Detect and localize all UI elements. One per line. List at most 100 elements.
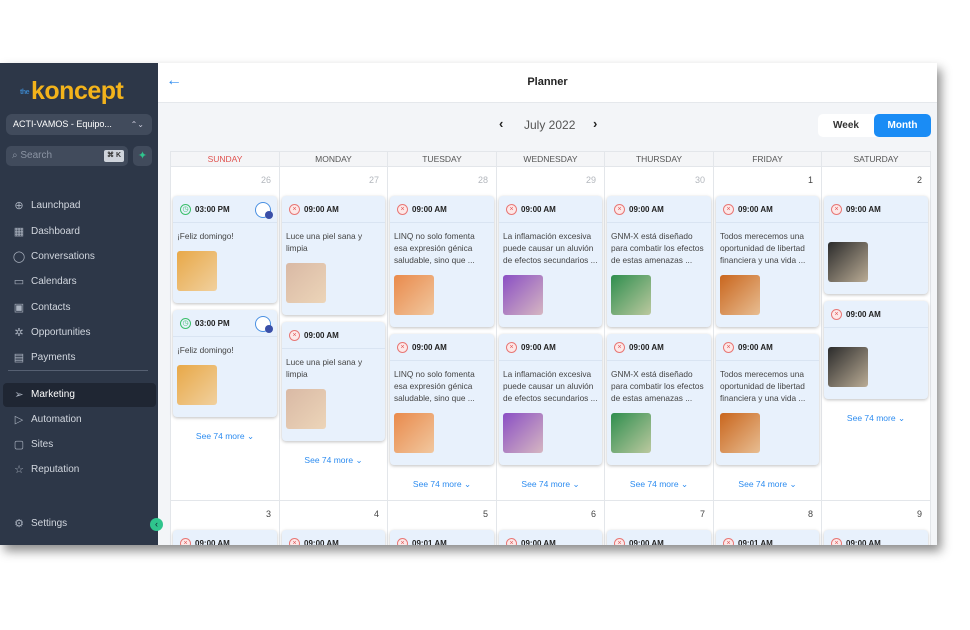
- post-time: 09:00 AM: [846, 310, 881, 319]
- sidebar-item-calendars[interactable]: ▭ Calendars: [3, 270, 156, 294]
- see-more-link[interactable]: See 74 more ⌄: [716, 479, 819, 490]
- day-cell[interactable]: 27 × 09:00 AM Luce una piel sana y limpia × 0…: [280, 167, 388, 501]
- post-time: 09:00 AM: [738, 205, 773, 214]
- opportunities-icon: ✲: [14, 327, 24, 339]
- see-more-label: See 74 more: [738, 479, 788, 489]
- error-status-icon: ×: [397, 342, 408, 353]
- error-status-icon: ×: [289, 538, 300, 545]
- post-card[interactable]: × 09:00 AM GNM-X está diseñado para combat…: [607, 196, 711, 327]
- clock-icon: ◷: [180, 318, 191, 329]
- post-card[interactable]: × 09:00 AM: [824, 301, 928, 399]
- day-header-wednesday: WEDNESDAY: [497, 152, 605, 167]
- day-cell[interactable]: 5 × 09:01 AM: [388, 501, 497, 545]
- post-card[interactable]: × 09:00 AM: [824, 530, 928, 545]
- error-status-icon: ×: [723, 342, 734, 353]
- post-text: Todos merecemos una oportunidad de liber…: [720, 231, 806, 265]
- date-number: 5: [482, 509, 488, 519]
- sidebar-item-dashboard[interactable]: ▦ Dashboard: [3, 220, 156, 244]
- sidebar-item-automation[interactable]: ▷ Automation: [3, 408, 156, 432]
- payments-icon: ▤: [13, 352, 25, 364]
- see-more-link[interactable]: See 74 more ⌄: [390, 479, 494, 490]
- account-switcher[interactable]: ACTI-VAMOS - Equipo... ⌃⌄: [6, 114, 152, 135]
- post-card[interactable]: × 09:00 AM: [282, 530, 385, 545]
- post-time: 09:01 AM: [738, 539, 773, 545]
- search-input[interactable]: ⌕ Search ⌘ K: [6, 146, 128, 166]
- date-number: 9: [916, 509, 922, 519]
- date-number: 27: [368, 175, 379, 185]
- post-list: × 09:00 AM: [607, 530, 711, 545]
- day-cell[interactable]: 7 × 09:00 AM: [605, 501, 714, 545]
- post-card[interactable]: × 09:00 AM: [173, 530, 277, 545]
- post-text: Luce una piel sana y limpia: [286, 357, 363, 379]
- post-thumbnail-image: [503, 413, 543, 453]
- week-view-button[interactable]: Week: [818, 114, 874, 137]
- day-cell[interactable]: 28 × 09:00 AM LINQ no solo fomenta esa expr…: [388, 167, 497, 501]
- post-time: 09:01 AM: [412, 539, 447, 545]
- logo: thekoncept: [20, 77, 124, 106]
- day-header-thursday: THURSDAY: [605, 152, 714, 167]
- month-view-button[interactable]: Month: [874, 114, 931, 137]
- post-card[interactable]: × 09:00 AM: [607, 530, 711, 545]
- sidebar-item-label: Contacts: [31, 302, 71, 313]
- collapse-sidebar-button[interactable]: ‹: [150, 518, 163, 531]
- post-time: 09:00 AM: [629, 539, 664, 545]
- see-more-link[interactable]: See 74 more ⌄: [173, 431, 277, 442]
- see-more-link[interactable]: See 74 more ⌄: [499, 479, 602, 490]
- post-time: 09:00 AM: [521, 343, 556, 352]
- day-cell[interactable]: 4 × 09:00 AM: [280, 501, 388, 545]
- sidebar-item-sites[interactable]: ▢ Sites: [3, 433, 156, 457]
- day-cell[interactable]: 26 ◷ 03:00 PM ¡Feliz domingo! ◷ 03:00 PM ¡Feli…: [171, 167, 280, 501]
- top-bar: ← Planner: [158, 63, 937, 103]
- day-cell[interactable]: 30 × 09:00 AM GNM-X está diseñado para comb…: [605, 167, 714, 501]
- post-card[interactable]: ◷ 03:00 PM ¡Feliz domingo!: [173, 196, 277, 303]
- search-placeholder: Search: [20, 150, 53, 161]
- post-card[interactable]: × 09:00 AM: [824, 196, 928, 294]
- sidebar-item-payments[interactable]: ▤ Payments: [3, 346, 156, 370]
- chevron-down-icon: ⌄: [895, 413, 906, 423]
- post-card[interactable]: × 09:00 AM Todos merecemos una oportunidad…: [716, 334, 819, 465]
- error-status-icon: ×: [831, 204, 842, 215]
- post-card[interactable]: × 09:00 AM La inflamación excesiva puede c…: [499, 334, 602, 465]
- post-card[interactable]: × 09:00 AM GNM-X está diseñado para combat…: [607, 334, 711, 465]
- error-status-icon: ×: [614, 538, 625, 545]
- sidebar-item-conversations[interactable]: ◯ Conversations: [3, 245, 156, 269]
- post-card[interactable]: ◷ 03:00 PM ¡Feliz domingo!: [173, 310, 277, 417]
- day-cell[interactable]: 8 × 09:01 AM: [714, 501, 822, 545]
- day-header-friday: FRIDAY: [714, 152, 822, 167]
- post-card-header: × 09:00 AM: [499, 334, 602, 361]
- prev-month-button[interactable]: ‹: [499, 116, 503, 131]
- post-card-header: × 09:00 AM: [173, 530, 277, 545]
- day-cell[interactable]: 3 × 09:00 AM: [171, 501, 280, 545]
- sidebar-item-marketing[interactable]: ➢ Marketing: [3, 383, 156, 407]
- post-card[interactable]: × 09:00 AM Luce una piel sana y limpia: [282, 322, 385, 441]
- sidebar-item-reputation[interactable]: ☆ Reputation: [3, 458, 156, 482]
- quick-action-icon[interactable]: ✦: [133, 146, 152, 166]
- post-card[interactable]: × 09:00 AM LINQ no solo fomenta esa expres…: [390, 334, 494, 465]
- post-card-header: × 09:00 AM: [282, 322, 385, 349]
- sidebar-item-contacts[interactable]: ▣ Contacts: [3, 296, 156, 320]
- see-more-link[interactable]: See 74 more ⌄: [824, 413, 928, 424]
- sidebar-item-settings[interactable]: ⚙ Settings: [3, 512, 156, 536]
- post-thumbnail-image: [720, 275, 760, 315]
- see-more-link[interactable]: See 74 more ⌄: [282, 455, 385, 466]
- post-card[interactable]: × 09:00 AM La inflamación excesiva puede c…: [499, 196, 602, 327]
- post-card[interactable]: × 09:00 AM LINQ no solo fomenta esa expres…: [390, 196, 494, 327]
- view-toggle: Week Month: [818, 114, 931, 137]
- post-card-header: ◷ 03:00 PM: [173, 196, 277, 223]
- day-cell[interactable]: 6 × 09:00 AM: [497, 501, 605, 545]
- sidebar-item-opportunities[interactable]: ✲ Opportunities: [3, 321, 156, 345]
- post-card[interactable]: × 09:01 AM: [390, 530, 494, 545]
- post-card[interactable]: × 09:00 AM: [499, 530, 602, 545]
- sidebar-item-launchpad[interactable]: ⊕ Launchpad: [3, 194, 156, 218]
- next-month-button[interactable]: ›: [593, 116, 597, 131]
- post-time: 09:00 AM: [521, 539, 556, 545]
- day-cell[interactable]: 2 × 09:00 AM × 09:00 AM See 74 more ⌄: [822, 167, 931, 501]
- day-cell[interactable]: 1 × 09:00 AM Todos merecemos una oportunida…: [714, 167, 822, 501]
- post-card[interactable]: × 09:01 AM: [716, 530, 819, 545]
- day-cell[interactable]: 29 × 09:00 AM La inflamación excesiva puede…: [497, 167, 605, 501]
- see-more-link[interactable]: See 74 more ⌄: [607, 479, 711, 490]
- day-cell[interactable]: 9 × 09:00 AM: [822, 501, 931, 545]
- post-card[interactable]: × 09:00 AM Todos merecemos una oportunidad…: [716, 196, 819, 327]
- post-card[interactable]: × 09:00 AM Luce una piel sana y limpia: [282, 196, 385, 315]
- facebook-badge-icon: [265, 325, 273, 333]
